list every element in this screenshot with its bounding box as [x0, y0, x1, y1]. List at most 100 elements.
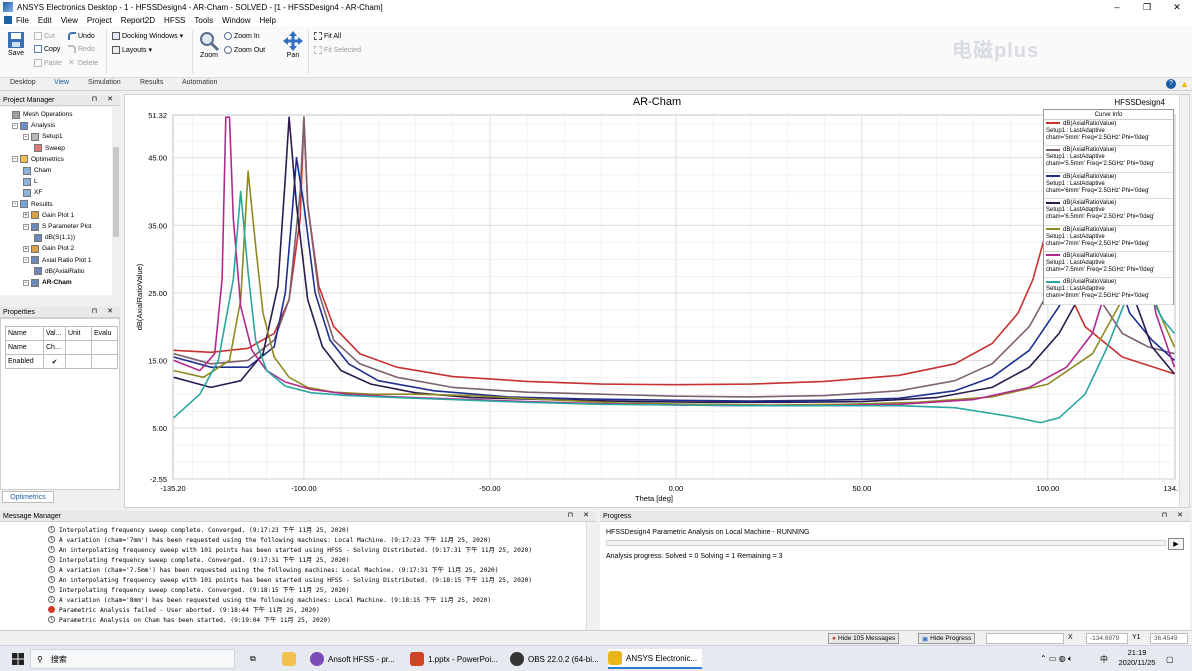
- menu-view[interactable]: View: [61, 16, 78, 25]
- expand-toggle-icon[interactable]: −: [12, 201, 18, 208]
- paste-button[interactable]: Paste: [34, 57, 62, 69]
- fit-selected-button[interactable]: Fit Selected: [314, 44, 361, 56]
- message-row[interactable]: i A variation (cham='8mm') has been reque…: [48, 594, 491, 604]
- expand-toggle-icon[interactable]: −: [12, 122, 18, 129]
- menu-report2d[interactable]: Report2D: [121, 16, 155, 25]
- expand-toggle-icon[interactable]: −: [23, 223, 29, 230]
- menu-help[interactable]: Help: [260, 16, 276, 25]
- tree-item[interactable]: Mesh Operations: [12, 109, 73, 120]
- plot-scrollbar[interactable]: [1179, 95, 1189, 507]
- help-icon[interactable]: ?: [1166, 79, 1176, 89]
- ime-indicator[interactable]: 中: [1100, 649, 1108, 669]
- menu-file[interactable]: File: [16, 16, 29, 25]
- message-row[interactable]: i A variation (cham='7mm') has been reque…: [48, 534, 491, 544]
- tab-automation[interactable]: Automation: [182, 79, 217, 86]
- prop-cell[interactable]: Ch...: [43, 340, 66, 355]
- tree-item[interactable]: Cham: [23, 165, 51, 176]
- notifications-button[interactable]: ▢: [1166, 649, 1174, 669]
- zoom-button[interactable]: Zoom: [198, 30, 220, 59]
- legend-entry[interactable]: dB(AxialRatioValue) Setup1 : LastAdaptive…: [1044, 146, 1173, 173]
- tab-desktop[interactable]: Desktop: [10, 79, 36, 86]
- save-button[interactable]: Save: [6, 30, 26, 57]
- expand-toggle-icon[interactable]: +: [23, 245, 29, 252]
- zoom-in-button[interactable]: Zoom In: [224, 30, 260, 42]
- taskbar-search-box[interactable]: ⚲ 搜索: [30, 649, 235, 669]
- expand-toggle-icon[interactable]: −: [23, 133, 29, 140]
- project-tree-scrollbar[interactable]: [112, 107, 120, 295]
- file-explorer-button[interactable]: [282, 649, 300, 669]
- tree-item[interactable]: − Optimetrics: [12, 154, 64, 165]
- message-row[interactable]: i An interpolating frequency sweep with 1…: [48, 544, 532, 554]
- menu-hfss[interactable]: HFSS: [164, 16, 185, 25]
- taskbar-app-ansoft[interactable]: Ansoft HFSS - pr...: [310, 649, 402, 669]
- curve-info-legend[interactable]: Curve Info dB(AxialRatioValue) Setup1 : L…: [1043, 109, 1174, 305]
- menu-project[interactable]: Project: [87, 16, 112, 25]
- redo-button[interactable]: Redo: [68, 43, 95, 55]
- start-button[interactable]: [12, 649, 24, 669]
- expand-toggle-icon[interactable]: +: [23, 212, 29, 219]
- docking-windows-button[interactable]: Docking Windows ▾: [112, 30, 183, 42]
- legend-entry[interactable]: dB(AxialRatioValue) Setup1 : LastAdaptive…: [1044, 173, 1173, 200]
- tab-optimetrics[interactable]: Optimetrics: [2, 491, 54, 503]
- tree-item[interactable]: − AR-Cham: [23, 277, 72, 288]
- hide-messages-button[interactable]: ● Hide 105 Messages: [828, 633, 900, 644]
- taskbar-app-ansys[interactable]: ANSYS Electronic...: [608, 649, 702, 669]
- legend-entry[interactable]: dB(AxialRatioValue) Setup1 : LastAdaptive…: [1044, 252, 1173, 279]
- task-view-button[interactable]: ⧉: [250, 649, 256, 669]
- message-row[interactable]: i Interpolating frequency sweep complete.…: [48, 554, 350, 564]
- clock[interactable]: 21:19 2020/11/25: [1114, 648, 1160, 668]
- message-row[interactable]: i An interpolating frequency sweep with 1…: [48, 574, 532, 584]
- taskbar-app-obs[interactable]: OBS 22.0.2 (64-bi...: [510, 649, 602, 669]
- menu-window[interactable]: Window: [222, 16, 250, 25]
- panel-pin-close-icons[interactable]: ⊓ ✕: [1162, 511, 1187, 519]
- minimize-button[interactable]: –: [1102, 0, 1132, 14]
- layouts-button[interactable]: Layouts ▾: [112, 44, 152, 56]
- expand-toggle-icon[interactable]: −: [23, 257, 29, 264]
- warning-icon[interactable]: ▲: [1180, 79, 1190, 89]
- tab-results[interactable]: Results: [140, 79, 163, 86]
- axial-ratio-chart[interactable]: -2.55 5.00 15.00 25.00 35.00 45.00 51.32 -135.2…: [125, 95, 1179, 507]
- panel-pin-close-icons[interactable]: ⊓ ✕: [92, 307, 117, 315]
- cut-button[interactable]: Cut: [34, 30, 55, 42]
- message-row[interactable]: i Interpolating frequency sweep complete.…: [48, 524, 350, 534]
- message-row[interactable]: Parametric Analysis failed - User aborte…: [48, 604, 320, 614]
- tree-item[interactable]: − Axial Ratio Plot 1: [23, 255, 92, 266]
- legend-entry[interactable]: dB(AxialRatioValue) Setup1 : LastAdaptive…: [1044, 199, 1173, 226]
- hide-progress-button[interactable]: ▣ Hide Progress: [918, 633, 976, 644]
- message-scrollbar[interactable]: [586, 522, 596, 630]
- undo-button[interactable]: Undo: [68, 30, 95, 42]
- taskbar-app-powerpoint[interactable]: 1.pptx - PowerPoi...: [410, 649, 502, 669]
- tree-item[interactable]: dB(AxialRatio: [34, 266, 84, 277]
- tree-item[interactable]: − Analysis: [12, 120, 55, 131]
- tree-item[interactable]: Sweep: [34, 143, 65, 154]
- message-row[interactable]: i Parametric Analysis on Cham has been st…: [48, 614, 331, 624]
- system-tray[interactable]: ⌃ ▭ ◍ 🔈︎: [1040, 649, 1073, 669]
- legend-entry[interactable]: dB(AxialRatioValue) Setup1 : LastAdaptive…: [1044, 120, 1173, 147]
- expand-toggle-icon[interactable]: −: [12, 156, 18, 163]
- legend-entry[interactable]: dB(AxialRatioValue) Setup1 : LastAdaptive…: [1044, 278, 1173, 305]
- delete-button[interactable]: ✕ Delete: [68, 57, 98, 69]
- tree-item[interactable]: L: [23, 176, 38, 187]
- legend-entry[interactable]: dB(AxialRatioValue) Setup1 : LastAdaptive…: [1044, 226, 1173, 252]
- tab-simulation[interactable]: Simulation: [88, 79, 121, 86]
- copy-button[interactable]: Copy: [34, 43, 60, 55]
- message-row[interactable]: i Interpolating frequency sweep complete.…: [48, 584, 350, 594]
- message-row[interactable]: i A variation (cham='7.5mm') has been req…: [48, 564, 499, 574]
- tree-item[interactable]: − S Parameter Plot: [23, 221, 92, 232]
- tree-item[interactable]: XF: [23, 187, 42, 198]
- enabled-checkbox[interactable]: ✔: [43, 354, 66, 369]
- restore-button[interactable]: ❐: [1132, 0, 1162, 14]
- panel-pin-close-icons[interactable]: ⊓ ✕: [568, 511, 593, 519]
- abort-button[interactable]: ▶: [1168, 538, 1184, 550]
- tree-item[interactable]: + Gain Plot 1: [23, 210, 74, 221]
- tree-item[interactable]: + Gain Plot 2: [23, 243, 74, 254]
- fit-all-button[interactable]: Fit All: [314, 30, 341, 42]
- tree-item[interactable]: dB(S(1,1)): [34, 232, 75, 243]
- menu-edit[interactable]: Edit: [38, 16, 52, 25]
- tree-item[interactable]: − Results: [12, 199, 53, 210]
- pan-button[interactable]: Pan: [282, 30, 304, 59]
- zoom-out-button[interactable]: Zoom Out: [224, 44, 265, 56]
- tab-view[interactable]: View: [54, 79, 69, 86]
- panel-pin-close-icons[interactable]: ⊓ ✕: [92, 95, 117, 103]
- expand-toggle-icon[interactable]: −: [23, 279, 29, 286]
